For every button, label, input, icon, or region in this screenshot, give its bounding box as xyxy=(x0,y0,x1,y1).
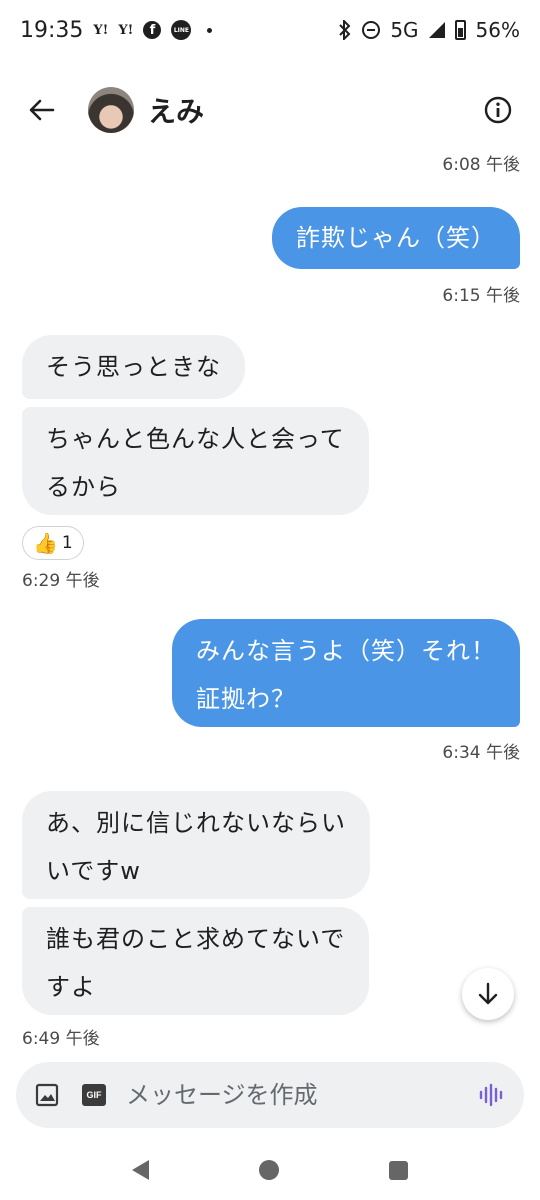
outgoing-message[interactable]: みんな言うよ（笑）それ！ 証拠わ？ xyxy=(172,619,520,727)
nav-recents-button[interactable] xyxy=(389,1160,408,1180)
reaction-count: 1 xyxy=(61,533,73,553)
line-icon: LINE xyxy=(171,20,192,40)
info-icon xyxy=(484,96,512,124)
message-timestamp: 6:08 午後 xyxy=(442,155,520,175)
arrow-back-icon xyxy=(29,99,55,121)
message-input[interactable] xyxy=(126,1081,476,1109)
compose-bar: GIF xyxy=(16,1062,524,1128)
message-text-line: 誰も君のこと求めてないで xyxy=(46,925,346,953)
system-navigation-bar xyxy=(0,1140,540,1200)
image-attach-button[interactable] xyxy=(34,1082,60,1108)
message-text-line: すよ xyxy=(46,973,96,1001)
status-time: 19:35 xyxy=(20,17,84,43)
incoming-message[interactable]: あ、別に信じれないならい いですw xyxy=(22,791,370,899)
scroll-to-bottom-button[interactable] xyxy=(462,968,514,1020)
info-button[interactable] xyxy=(476,88,520,132)
facebook-icon: f xyxy=(143,21,162,39)
nav-home-button[interactable] xyxy=(259,1160,279,1180)
do-not-disturb-icon xyxy=(362,21,381,39)
image-icon xyxy=(35,1083,59,1107)
bluetooth-icon xyxy=(339,20,351,40)
message-text-line: ちゃんと色んな人と会って xyxy=(46,425,345,453)
contact-name[interactable]: えみ xyxy=(148,90,204,130)
incoming-message[interactable]: ちゃんと色んな人と会って るから xyxy=(22,407,369,515)
message-text-line: いですw xyxy=(46,857,141,885)
message-text-line: みんな言うよ（笑）それ！ xyxy=(196,637,496,665)
arrow-down-icon xyxy=(478,982,498,1005)
yahoo-icon: Y! xyxy=(118,22,134,38)
status-bar: 19:35 Y! Y! f LINE 5G 56% xyxy=(0,0,540,60)
network-type: 5G xyxy=(390,18,419,42)
message-text-line: あ、別に信じれないならい xyxy=(46,809,346,837)
avatar[interactable] xyxy=(88,87,134,133)
more-notifications-dot xyxy=(207,27,213,33)
message-text: 詐欺じゃん（笑） xyxy=(296,224,496,252)
message-timestamp: 6:34 午後 xyxy=(442,743,520,763)
thumbs-up-icon: 👍 xyxy=(33,531,58,555)
signal-icon xyxy=(428,22,445,38)
outgoing-message[interactable]: 詐欺じゃん（笑） xyxy=(272,207,520,269)
message-timestamp: 6:29 午後 xyxy=(22,571,100,591)
yahoo-icon: Y! xyxy=(93,22,109,38)
gif-button[interactable]: GIF xyxy=(82,1084,106,1106)
message-text: そう思っときな xyxy=(46,353,221,381)
voice-message-button[interactable] xyxy=(476,1080,506,1110)
incoming-message[interactable]: そう思っときな xyxy=(22,335,245,399)
battery-icon xyxy=(454,20,466,40)
reaction-chip[interactable]: 👍 1 xyxy=(22,526,84,560)
conversation-header: えみ xyxy=(0,70,540,150)
voice-waveform-icon xyxy=(479,1083,503,1107)
back-button[interactable] xyxy=(20,88,64,132)
message-timestamp: 6:15 午後 xyxy=(442,286,520,306)
nav-back-button[interactable] xyxy=(132,1160,149,1180)
incoming-message[interactable]: 誰も君のこと求めてないで すよ xyxy=(22,907,370,1015)
message-text-line: るから xyxy=(46,473,121,501)
message-timestamp: 6:49 午後 xyxy=(22,1029,100,1049)
battery-level: 56% xyxy=(475,18,520,42)
message-text-line: 証拠わ？ xyxy=(196,685,296,713)
